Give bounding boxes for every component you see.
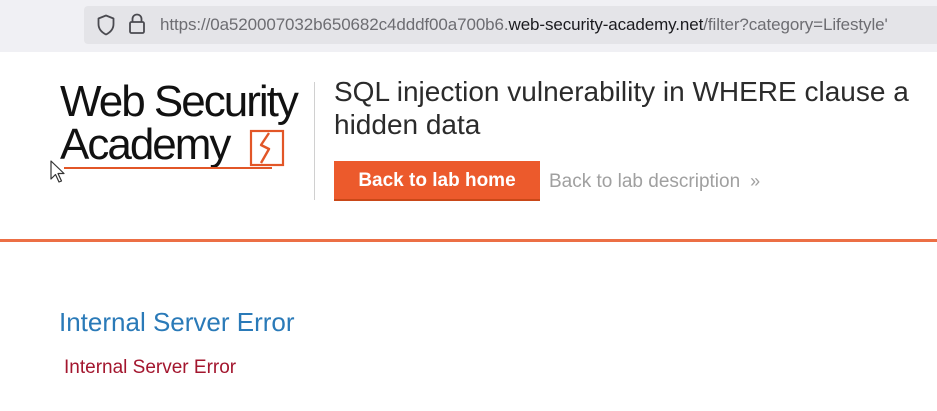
logo-line-1: Web Security	[60, 77, 299, 126]
logo-underline	[64, 167, 272, 169]
lightning-bolt-icon	[249, 129, 285, 167]
mouse-cursor-icon	[50, 160, 65, 183]
url-prefix: https://0a520007032b650682c4dddf00a700b6…	[160, 15, 509, 34]
back-to-lab-description-link[interactable]: Back to lab description »	[549, 169, 760, 194]
error-message: Internal Server Error	[64, 357, 237, 378]
shield-icon[interactable]	[96, 14, 116, 36]
lab-title: SQL injection vulnerability in WHERE cla…	[334, 75, 937, 141]
double-chevron-right-icon: »	[750, 171, 761, 191]
url-text[interactable]: https://0a520007032b650682c4dddf00a700b6…	[160, 14, 888, 36]
header-divider	[314, 82, 315, 200]
error-heading: Internal Server Error	[59, 307, 295, 337]
url-path: /filter?category=Lifestyle'	[703, 15, 888, 34]
back-to-lab-home-button[interactable]: Back to lab home	[334, 161, 540, 201]
web-security-academy-logo[interactable]: Web Security Academy	[60, 77, 320, 187]
lock-icon[interactable]	[128, 13, 146, 35]
header-rule	[0, 239, 937, 242]
url-domain: web-security-academy.net	[508, 15, 704, 34]
description-link-label: Back to lab description	[549, 171, 741, 192]
lab-title-line-1: SQL injection vulnerability in WHERE cla…	[334, 76, 909, 107]
lab-title-line-2: hidden data	[334, 109, 481, 140]
logo-line-2: Academy	[60, 120, 231, 169]
